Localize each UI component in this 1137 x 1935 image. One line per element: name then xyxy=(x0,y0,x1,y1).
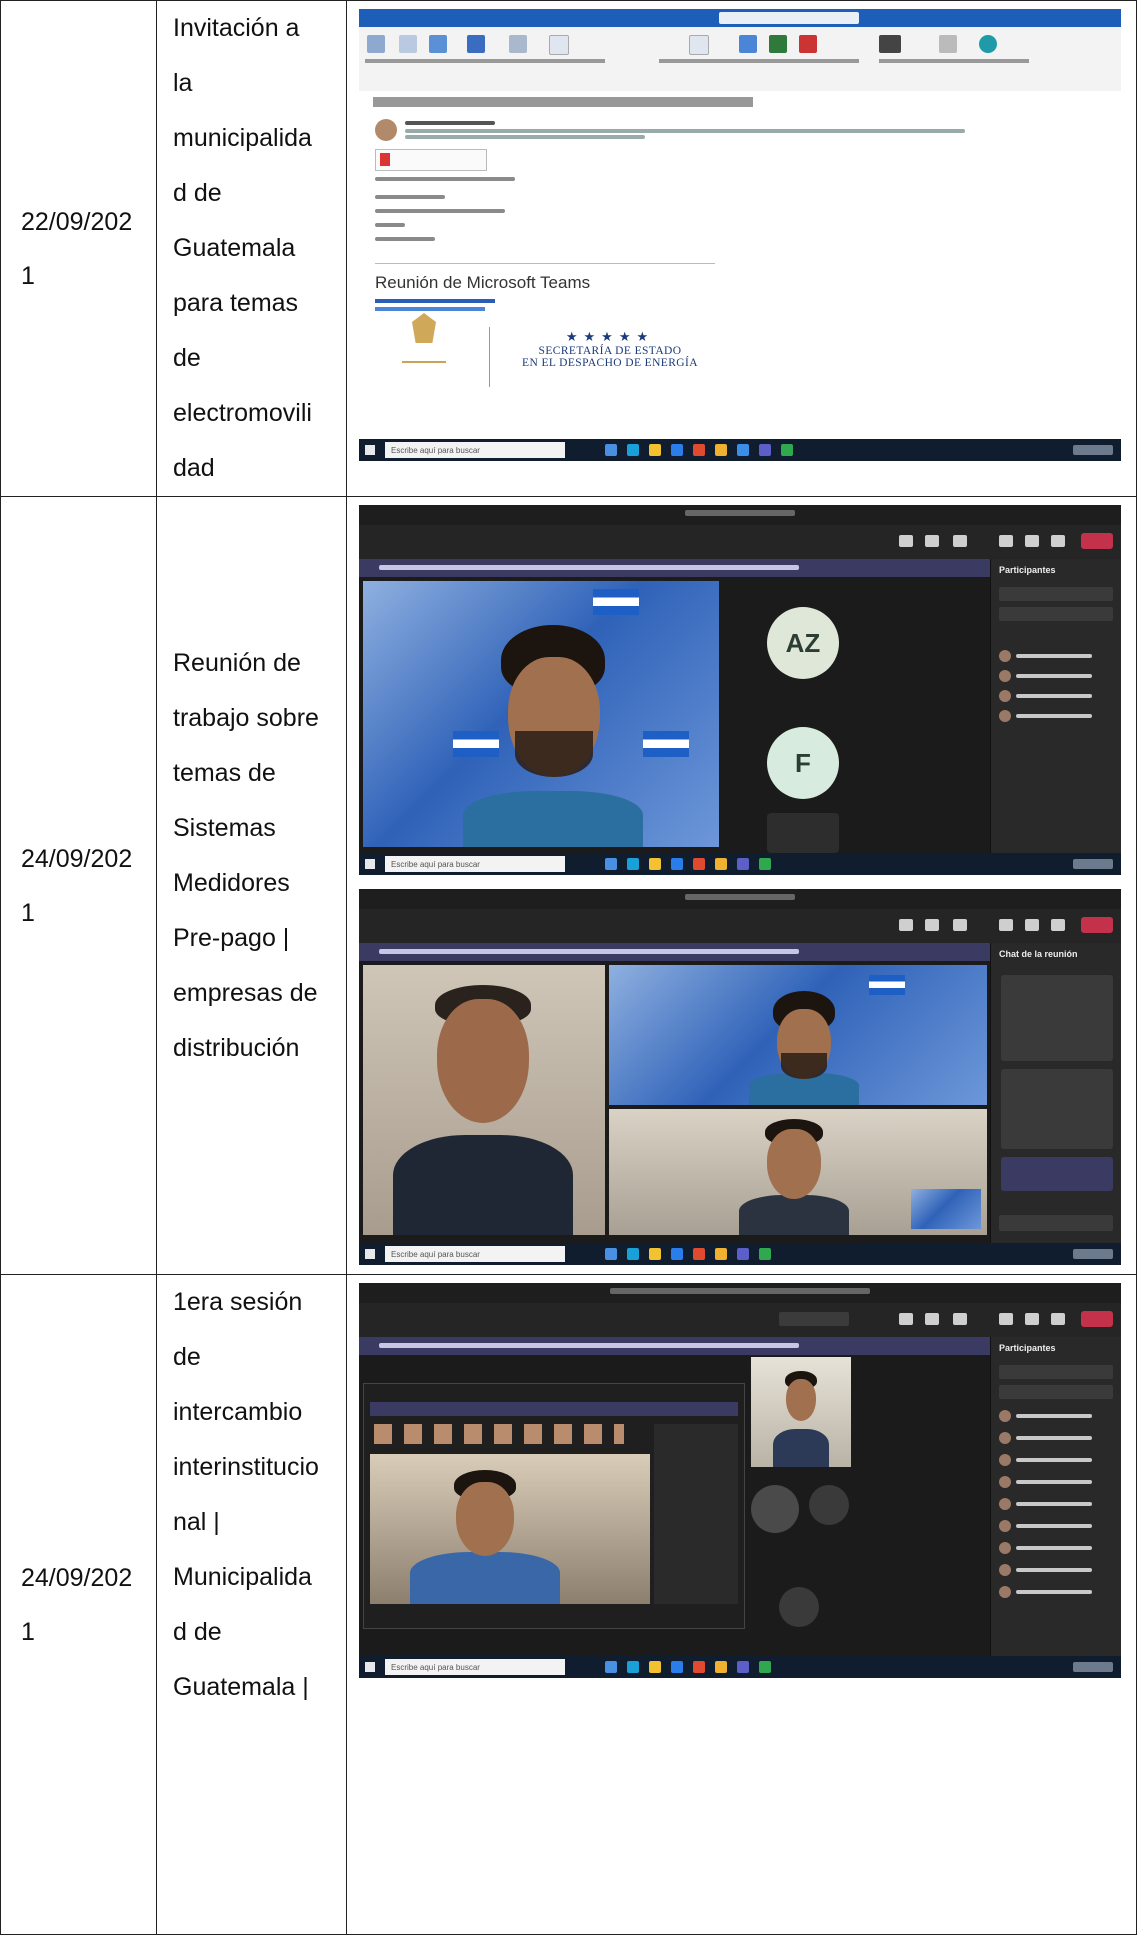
government-seal xyxy=(399,313,449,369)
screenshot-cell: Reunión de Microsoft Teams ★★★★★ SECRETA… xyxy=(346,0,1137,497)
secretaria-logo: ★★★★★ SECRETARÍA DE ESTADO EN EL DESPACH… xyxy=(489,327,730,387)
video-stage xyxy=(359,961,991,1243)
recording-banner xyxy=(359,559,991,577)
stars-icon: ★★★★★ xyxy=(565,329,655,344)
date-cell: 24/09/202 1 xyxy=(0,496,157,1275)
teams-toolbar xyxy=(359,525,1121,559)
taskbar-search[interactable]: Escribe aquí para buscar xyxy=(385,856,565,872)
attachment-chip[interactable] xyxy=(375,149,487,171)
participants-panel: Participantes xyxy=(990,1337,1121,1656)
join-link[interactable] xyxy=(375,299,495,303)
panel-title: Participantes xyxy=(999,565,1056,575)
participant-avatar-f: F xyxy=(767,727,839,799)
start-icon[interactable] xyxy=(359,853,381,875)
panel-title: Chat de la reunión xyxy=(999,949,1078,959)
row-date: 24/09/202 1 xyxy=(21,844,133,927)
teams-screenshot-session: Participantes Escribe aquí para buscar xyxy=(359,1283,1121,1678)
table-row: 22/09/202 1 Invitación a la municipalida… xyxy=(0,0,1137,497)
taskbar-search[interactable]: Escribe aquí para buscar xyxy=(385,1659,565,1675)
teams-screenshot-participants: AZ F Participantes Escribe aquí para bus… xyxy=(359,505,1121,875)
recording-banner xyxy=(359,1337,991,1355)
windows-taskbar: Escribe aquí para buscar xyxy=(359,1243,1121,1265)
screenshot-cell: Participantes Escribe aquí para buscar xyxy=(346,1274,1137,1935)
start-icon[interactable] xyxy=(359,1243,381,1265)
sender-avatar xyxy=(375,119,397,141)
outlook-ribbon xyxy=(359,27,1121,92)
chat-panel: Chat de la reunión xyxy=(990,943,1121,1243)
email-body: Reunión de Microsoft Teams ★★★★★ SECRETA… xyxy=(359,91,1121,439)
participant-avatar-az: AZ xyxy=(767,607,839,679)
leave-button[interactable] xyxy=(1081,533,1113,549)
join-link-secondary[interactable] xyxy=(375,307,485,311)
windows-taskbar: Escribe aquí para buscar xyxy=(359,853,1121,875)
windows-taskbar: Escribe aquí para buscar xyxy=(359,1656,1121,1678)
description-cell: Reunión de trabajo sobre temas de Sistem… xyxy=(156,496,347,1275)
outlook-screenshot: Reunión de Microsoft Teams ★★★★★ SECRETA… xyxy=(359,9,1121,461)
leave-button[interactable] xyxy=(1081,917,1113,933)
logo-line-2: EN EL DESPACHO DE ENERGÍA xyxy=(522,357,698,369)
row-description: Reunión de trabajo sobre temas de Sistem… xyxy=(173,648,319,1062)
email-subject xyxy=(373,97,753,107)
taskbar-search[interactable]: Escribe aquí para buscar xyxy=(385,442,565,458)
video-stage xyxy=(359,1355,991,1656)
video-tile-speaker xyxy=(751,1357,851,1467)
row-date: 24/09/202 1 xyxy=(21,1563,133,1646)
description-cell: 1era sesión de intercambio interinstituc… xyxy=(156,1274,347,1935)
date-cell: 22/09/202 1 xyxy=(0,0,157,497)
participants-panel: Participantes xyxy=(990,559,1121,853)
start-icon[interactable] xyxy=(359,439,381,461)
outlook-title-bar xyxy=(359,9,1121,27)
date-cell: 24/09/202 1 xyxy=(0,1274,157,1935)
taskbar-search[interactable]: Escribe aquí para buscar xyxy=(385,1246,565,1262)
video-stage: AZ F xyxy=(359,577,991,853)
windows-taskbar: Escribe aquí para buscar xyxy=(359,439,1121,461)
row-date: 22/09/202 1 xyxy=(21,207,133,290)
panel-title: Participantes xyxy=(999,1343,1056,1353)
shared-screen xyxy=(363,1383,745,1629)
start-icon[interactable] xyxy=(359,1656,381,1678)
teams-screenshot-chat: Chat de la reunión Escribe aquí para bus… xyxy=(359,889,1121,1265)
row-description: 1era sesión de intercambio interinstituc… xyxy=(173,1288,319,1701)
leave-button[interactable] xyxy=(1081,1311,1113,1327)
activity-table: 22/09/202 1 Invitación a la municipalida… xyxy=(0,0,1137,1935)
video-tile-2 xyxy=(609,965,987,1105)
teams-toolbar xyxy=(359,1303,1121,1337)
teams-toolbar xyxy=(359,909,1121,943)
recording-banner xyxy=(359,943,991,961)
video-tile-1 xyxy=(363,965,605,1235)
video-tile-main xyxy=(363,581,719,847)
screenshot-cell: AZ F Participantes Escribe aquí para bus… xyxy=(346,496,1137,1275)
clock xyxy=(1073,445,1113,455)
row-description: Invitación a la municipalida d de Guatem… xyxy=(173,14,312,482)
logo-line-1: SECRETARÍA DE ESTADO xyxy=(538,345,682,357)
video-tile-3 xyxy=(609,1109,987,1235)
table-row: 24/09/202 1 Reunión de trabajo sobre tem… xyxy=(0,496,1137,1275)
table-row: 24/09/202 1 1era sesión de intercambio i… xyxy=(0,1274,1137,1935)
description-cell: Invitación a la municipalida d de Guatem… xyxy=(156,0,347,497)
teams-meeting-heading: Reunión de Microsoft Teams xyxy=(375,273,591,292)
